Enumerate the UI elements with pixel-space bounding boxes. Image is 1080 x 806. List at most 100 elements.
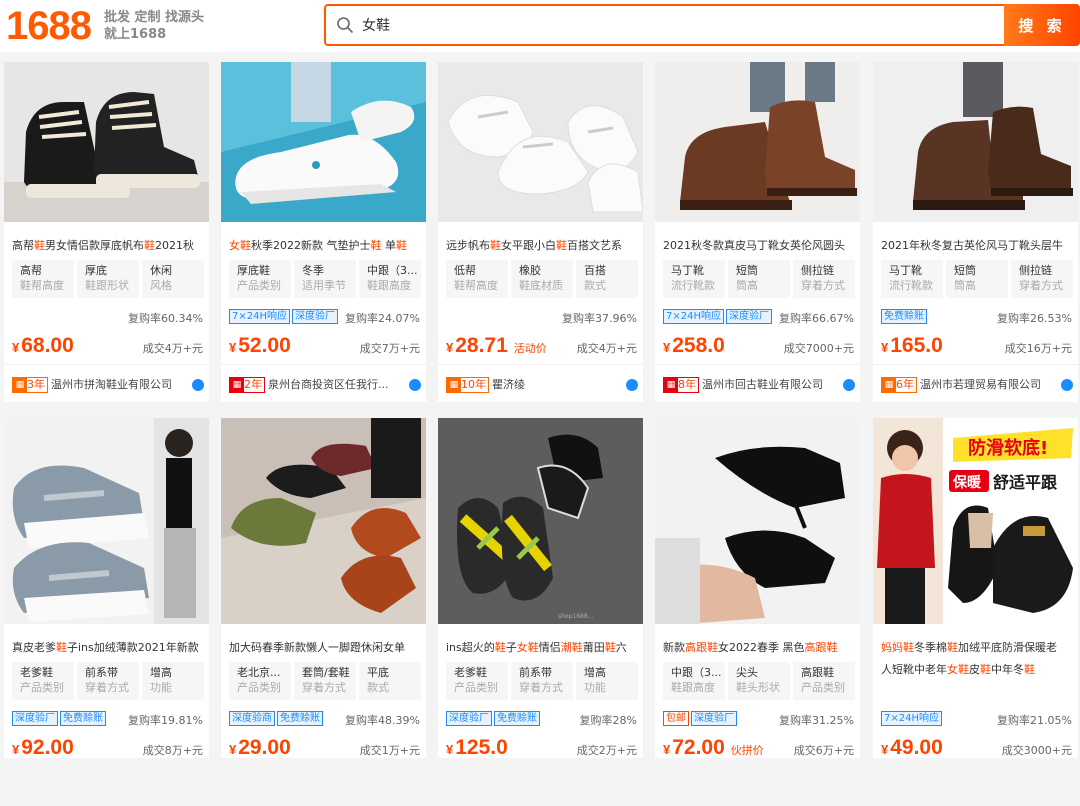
- seller-years: 6年: [896, 378, 914, 391]
- title-segment: 妈妈鞋: [881, 641, 914, 654]
- product-title[interactable]: 高帮鞋男女情侣款厚底帆布鞋2021秋: [12, 239, 204, 253]
- product-title[interactable]: 妈妈鞋冬季棉鞋加绒平底防滑保暖老: [881, 641, 1073, 655]
- service-tag[interactable]: 深度验厂: [292, 309, 338, 324]
- chat-icon[interactable]: [1061, 379, 1073, 391]
- attribute-value: 冬季: [302, 264, 324, 277]
- title-segment: 2021秋冬款真皮马丁靴女英伦风圆头: [663, 239, 845, 252]
- service-tag[interactable]: 深度验商: [229, 711, 275, 726]
- search-button[interactable]: 搜 索: [1004, 4, 1080, 46]
- product-image[interactable]: [438, 62, 643, 222]
- shop-name[interactable]: 温州市若理贸易有限公司: [920, 377, 1066, 393]
- logo[interactable]: 1688: [6, 2, 92, 50]
- product-title[interactable]: 2021年秋冬复古英伦风马丁靴头层牛: [881, 239, 1073, 253]
- attribute-item: 老爹鞋 产品类别: [446, 662, 508, 700]
- attribute-value: 厚底: [85, 264, 107, 277]
- product-image[interactable]: [655, 62, 860, 222]
- product-title[interactable]: 新款高跟鞋女2022春季 黑色高跟鞋: [663, 641, 855, 655]
- search-box: [324, 4, 1006, 46]
- attribute-value: 高帮: [20, 264, 42, 277]
- attribute-item: 高跟鞋 产品类别: [793, 662, 855, 700]
- service-tag[interactable]: 包邮: [663, 711, 689, 726]
- currency-symbol: ¥: [229, 742, 237, 757]
- chat-icon[interactable]: [192, 379, 204, 391]
- shop-name[interactable]: 泉州台商投资区任我行...: [268, 377, 414, 393]
- service-tag[interactable]: 深度验厂: [726, 309, 772, 324]
- divider: [221, 364, 426, 365]
- title-segment: 人短靴中老年: [881, 663, 947, 676]
- service-tag[interactable]: 深度验厂: [12, 711, 58, 726]
- price: ¥68.00: [12, 334, 74, 360]
- title-segment: 新款: [663, 641, 685, 654]
- product-image[interactable]: [873, 62, 1078, 222]
- product-image[interactable]: [4, 62, 209, 222]
- service-tag[interactable]: 深度验厂: [446, 711, 492, 726]
- attribute-value: 前系带: [85, 666, 118, 679]
- repeat-rate: 复购率66.67%: [779, 312, 854, 325]
- service-tag[interactable]: 7×24H响应: [229, 309, 290, 324]
- product-title[interactable]: 远步帆布鞋女平跟小白鞋百搭文艺系: [446, 239, 638, 253]
- title-segment: 子: [505, 641, 517, 654]
- attribute-item: 马丁靴 流行靴款: [663, 260, 725, 298]
- service-tag[interactable]: 深度验厂: [691, 711, 737, 726]
- seller-years: 8年: [678, 378, 696, 391]
- attribute-key: 穿着方式: [519, 681, 563, 694]
- repeat-rate: 复购率60.34%: [128, 312, 203, 325]
- title-segment: 莆田: [582, 641, 605, 654]
- product-title[interactable]: 女鞋秋季2022新款 气垫护士鞋 单鞋: [229, 239, 421, 253]
- product-title-line2[interactable]: 人短靴中老年女鞋皮鞋中年冬鞋: [881, 663, 1073, 677]
- service-tag[interactable]: 7×24H响应: [663, 309, 724, 324]
- product-image[interactable]: [655, 418, 860, 624]
- product-card[interactable]: shop1688... ins超火的鞋子女鞋情侣潮鞋莆田鞋六 老爹鞋 产品类别 前系带…: [438, 418, 643, 758]
- chat-icon[interactable]: [843, 379, 855, 391]
- service-tag[interactable]: 免费赊账: [881, 309, 927, 324]
- price: ¥52.00: [229, 334, 291, 360]
- chat-icon[interactable]: [409, 379, 421, 391]
- shop-name[interactable]: 温州市拼淘鞋业有限公司: [51, 377, 197, 393]
- shop-name[interactable]: 温州市回古鞋业有限公司: [702, 377, 848, 393]
- title-segment: 2021年秋冬复古英伦风马丁靴头层牛: [881, 239, 1063, 252]
- attribute-value: 侧拉链: [801, 264, 834, 277]
- product-card[interactable]: 真皮老爹鞋子ins加绒薄款2021年新款 老爹鞋 产品类别 前系带 穿着方式 增高 功能 深度…: [4, 418, 209, 758]
- product-card[interactable]: 高帮鞋男女情侣款厚底帆布鞋2021秋 高帮 鞋帮高度 厚底 鞋跟形状 休闲 风格 复购率60.…: [4, 62, 209, 402]
- product-card[interactable]: 女鞋秋季2022新款 气垫护士鞋 单鞋 厚底鞋 产品类别 冬季 适用季节 中跟（3... 鞋…: [221, 62, 426, 402]
- currency-symbol: ¥: [881, 340, 889, 355]
- product-image[interactable]: [221, 62, 426, 222]
- currency-symbol: ¥: [446, 742, 454, 757]
- price: ¥72.00 伙拼价: [663, 736, 764, 758]
- service-tag[interactable]: 7×24H响应: [881, 711, 942, 726]
- product-card[interactable]: 新款高跟鞋女2022春季 黑色高跟鞋 中跟（3... 鞋跟高度 尖头 鞋头形状 高跟鞋 产品…: [655, 418, 860, 758]
- title-segment: 单: [381, 239, 396, 252]
- service-tag[interactable]: 免费赊账: [277, 711, 323, 726]
- attribute-key: 产品类别: [237, 681, 281, 694]
- attribute-key: 风格: [150, 279, 172, 292]
- shop-name[interactable]: 瞿济绫: [492, 377, 638, 393]
- title-segment: 加大码春季新款懒人一脚蹬休闲女单: [229, 641, 405, 654]
- service-tag[interactable]: 免费赊账: [494, 711, 540, 726]
- product-card[interactable]: 防滑软底! 保暖 舒适平跟 妈妈鞋冬季棉鞋加绒平底防滑保暖老 人短靴中老年女鞋皮鞋…: [873, 418, 1078, 758]
- product-title[interactable]: 2021秋冬款真皮马丁靴女英伦风圆头: [663, 239, 855, 253]
- search-input[interactable]: [362, 14, 962, 36]
- product-title[interactable]: 加大码春季新款懒人一脚蹬休闲女单: [229, 641, 421, 655]
- product-card[interactable]: 远步帆布鞋女平跟小白鞋百搭文艺系 低帮 鞋帮高度 橡胶 鞋底材质 百搭 款式 复购率37.96…: [438, 62, 643, 402]
- attribute-key: 款式: [367, 681, 389, 694]
- title-segment: 鞋: [1024, 663, 1035, 676]
- attribute-value: 百搭: [584, 264, 606, 277]
- attribute-value: 休闲: [150, 264, 172, 277]
- chat-icon[interactable]: [626, 379, 638, 391]
- product-title[interactable]: 真皮老爹鞋子ins加绒薄款2021年新款: [12, 641, 204, 655]
- product-image[interactable]: [4, 418, 209, 624]
- attribute-value: 增高: [584, 666, 606, 679]
- attribute-key: 鞋底材质: [519, 279, 563, 292]
- product-card[interactable]: 2021秋冬款真皮马丁靴女英伦风圆头 马丁靴 流行靴款 短筒 筒高 侧拉链 穿着方式 7×24…: [655, 62, 860, 402]
- product-image[interactable]: shop1688...: [438, 418, 643, 624]
- product-image[interactable]: 防滑软底! 保暖 舒适平跟: [873, 418, 1078, 624]
- attribute-value: 老北京...: [237, 666, 281, 679]
- seller-years: 3年: [27, 378, 45, 391]
- product-title[interactable]: ins超火的鞋子女鞋情侣潮鞋莆田鞋六: [446, 641, 638, 655]
- product-card[interactable]: 加大码春季新款懒人一脚蹬休闲女单 老北京... 产品类别 套筒/套鞋 穿着方式 平底 款式深…: [221, 418, 426, 758]
- product-card[interactable]: 2021年秋冬复古英伦风马丁靴头层牛 马丁靴 流行靴款 短筒 筒高 侧拉链 穿着方式 免费赊账…: [873, 62, 1078, 402]
- attribute-item: 平底 款式: [359, 662, 421, 700]
- service-tag[interactable]: 免费赊账: [60, 711, 106, 726]
- product-image[interactable]: [221, 418, 426, 624]
- seller-row: ▦ 10年 瞿济绫: [446, 377, 638, 395]
